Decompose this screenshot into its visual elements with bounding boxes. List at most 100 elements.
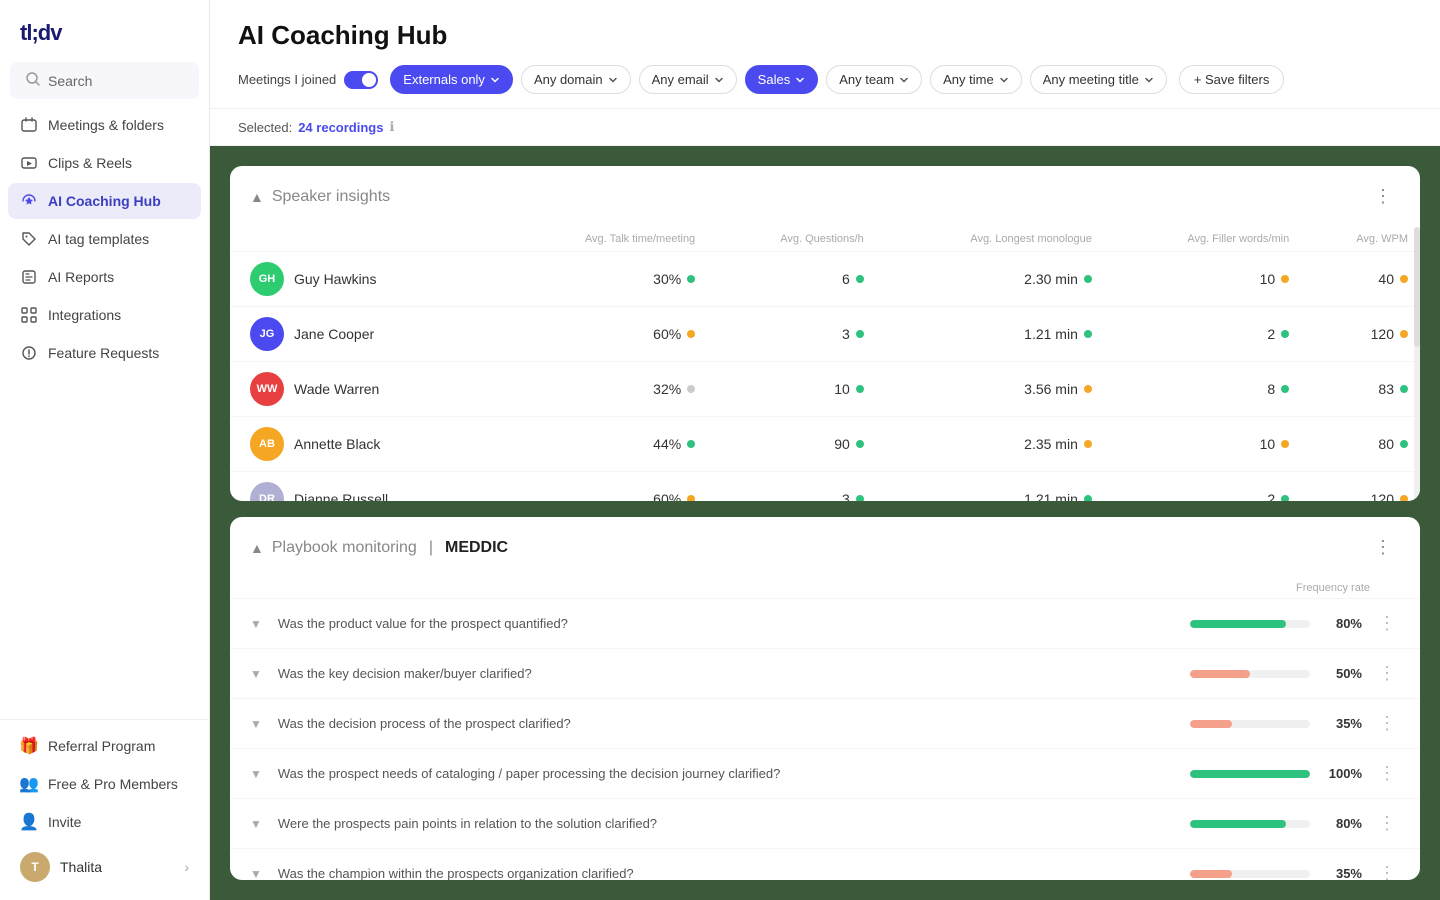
- playbook-pct: 80%: [1322, 616, 1362, 631]
- playbook-bar-wrap: [1190, 720, 1310, 728]
- scrollbar-thumb: [1414, 227, 1420, 347]
- content-area: ▲ Speaker insights ⋮ Avg. Talk time/meet…: [210, 146, 1440, 900]
- speaker-table: Avg. Talk time/meeting Avg. Questions/h …: [230, 227, 1420, 501]
- speaker-insights-more-btn[interactable]: ⋮: [1366, 182, 1400, 211]
- any-email-filter[interactable]: Any email: [639, 65, 737, 94]
- referral-label: Referral Program: [48, 738, 155, 754]
- sidebar-item-reports[interactable]: AI Reports: [8, 259, 201, 295]
- playbook-row-chevron[interactable]: ▼: [250, 867, 262, 880]
- list-item: ▼ Was the product value for the prospect…: [230, 598, 1420, 648]
- col-filler: Avg. Filler words/min: [1104, 227, 1301, 252]
- playbook-more-btn[interactable]: ⋮: [1366, 533, 1400, 562]
- sidebar-item-meetings[interactable]: Meetings & folders: [8, 107, 201, 143]
- logo: tl;dv: [0, 0, 209, 62]
- page-title: AI Coaching Hub: [238, 20, 1412, 51]
- monologue-cell: 3.56 min: [876, 362, 1104, 417]
- reports-icon: [20, 268, 38, 286]
- questions-cell: 90: [707, 417, 876, 472]
- any-meeting-title-filter[interactable]: Any meeting title: [1030, 65, 1167, 94]
- filler-dot: [1281, 330, 1289, 338]
- search-label: Search: [48, 73, 92, 89]
- collapse-speaker-btn[interactable]: ▲: [250, 189, 264, 205]
- playbook-card: ▲ Playbook monitoring | MEDDIC ⋮ Frequen…: [230, 517, 1420, 880]
- sidebar-item-integrations[interactable]: Integrations: [8, 297, 201, 333]
- playbook-row-more-btn[interactable]: ⋮: [1374, 811, 1400, 836]
- sidebar-item-invite[interactable]: 👤 Invite: [8, 804, 201, 840]
- meetings-toggle-label: Meetings I joined: [238, 72, 336, 87]
- playbook-row-chevron[interactable]: ▼: [250, 617, 262, 631]
- invite-icon: 👤: [20, 813, 38, 831]
- q-dot: [856, 275, 864, 283]
- filler-cell: 10: [1104, 417, 1301, 472]
- monologue-cell: 1.21 min: [876, 472, 1104, 502]
- q-dot: [856, 330, 864, 338]
- save-filters-button[interactable]: + Save filters: [1179, 65, 1285, 94]
- playbook-row-more-btn[interactable]: ⋮: [1374, 861, 1400, 880]
- speaker-name: Wade Warren: [294, 381, 379, 397]
- playbook-bar-wrap: [1190, 820, 1310, 828]
- playbook-row-chevron[interactable]: ▼: [250, 767, 262, 781]
- sidebar-item-pro-members[interactable]: 👥 Free & Pro Members: [8, 766, 201, 802]
- any-team-filter[interactable]: Any team: [826, 65, 922, 94]
- playbook-question: Were the prospects pain points in relati…: [278, 816, 1178, 831]
- search-icon: [26, 72, 40, 89]
- chevron-right-icon: ›: [184, 859, 189, 875]
- user-profile[interactable]: T Thalita ›: [8, 842, 201, 892]
- talk-dot: [687, 440, 695, 448]
- info-icon: ℹ: [389, 119, 394, 135]
- playbook-row-chevron[interactable]: ▼: [250, 667, 262, 681]
- playbook-pct: 100%: [1322, 766, 1362, 781]
- filler-dot: [1281, 275, 1289, 283]
- search-button[interactable]: Search: [10, 62, 199, 99]
- wpm-dot: [1400, 385, 1408, 393]
- wpm-dot: [1400, 330, 1408, 338]
- collapse-playbook-btn[interactable]: ▲: [250, 540, 264, 556]
- coaching-icon: [20, 192, 38, 210]
- tag-icon: [20, 230, 38, 248]
- any-time-filter[interactable]: Any time: [930, 65, 1022, 94]
- sidebar-item-clips[interactable]: Clips & Reels: [8, 145, 201, 181]
- playbook-question: Was the prospect needs of cataloging / p…: [278, 766, 1178, 781]
- externals-only-filter[interactable]: Externals only: [390, 65, 513, 94]
- any-domain-filter[interactable]: Any domain: [521, 65, 631, 94]
- filler-cell: 8: [1104, 362, 1301, 417]
- mono-dot: [1084, 440, 1092, 448]
- integrations-icon: [20, 306, 38, 324]
- avatar: T: [20, 852, 50, 882]
- playbook-row-more-btn[interactable]: ⋮: [1374, 661, 1400, 686]
- playbook-row-chevron[interactable]: ▼: [250, 717, 262, 731]
- sidebar-item-coaching[interactable]: AI Coaching Hub: [8, 183, 201, 219]
- sales-filter[interactable]: Sales: [745, 65, 819, 94]
- reports-label: AI Reports: [48, 269, 114, 285]
- pro-members-icon: 👥: [20, 775, 38, 793]
- speaker-insights-header: ▲ Speaker insights ⋮: [230, 166, 1420, 227]
- col-speaker: [230, 227, 497, 252]
- wpm-cell: 120: [1301, 472, 1420, 502]
- talk-dot: [687, 275, 695, 283]
- sidebar-item-feature-requests[interactable]: Feature Requests: [8, 335, 201, 371]
- playbook-row-more-btn[interactable]: ⋮: [1374, 611, 1400, 636]
- speaker-name: Guy Hawkins: [294, 271, 376, 287]
- sidebar-item-tag-templates[interactable]: AI tag templates: [8, 221, 201, 257]
- col-questions: Avg. Questions/h: [707, 227, 876, 252]
- list-item: ▼ Was the champion within the prospects …: [230, 848, 1420, 880]
- wpm-cell: 83: [1301, 362, 1420, 417]
- meetings-toggle-switch[interactable]: [344, 71, 378, 89]
- playbook-question: Was the product value for the prospect q…: [278, 616, 1178, 631]
- speaker-avatar: DR: [250, 482, 284, 501]
- list-item: ▼ Was the prospect needs of cataloging /…: [230, 748, 1420, 798]
- playbook-row-chevron[interactable]: ▼: [250, 817, 262, 831]
- sidebar-item-referral[interactable]: 🎁 Referral Program: [8, 728, 201, 764]
- playbook-row-more-btn[interactable]: ⋮: [1374, 761, 1400, 786]
- questions-cell: 10: [707, 362, 876, 417]
- col-talk-time: Avg. Talk time/meeting: [497, 227, 707, 252]
- speaker-insights-card: ▲ Speaker insights ⋮ Avg. Talk time/meet…: [230, 166, 1420, 501]
- talk-time-cell: 30%: [497, 252, 707, 307]
- selected-label: Selected:: [238, 120, 292, 135]
- selected-recordings-link[interactable]: 24 recordings: [298, 120, 383, 135]
- speaker-avatar: WW: [250, 372, 284, 406]
- playbook-row-more-btn[interactable]: ⋮: [1374, 711, 1400, 736]
- playbook-question: Was the champion within the prospects or…: [278, 866, 1178, 880]
- sidebar-nav: Meetings & folders Clips & Reels AI Coac…: [0, 107, 209, 719]
- playbook-pct: 35%: [1322, 866, 1362, 880]
